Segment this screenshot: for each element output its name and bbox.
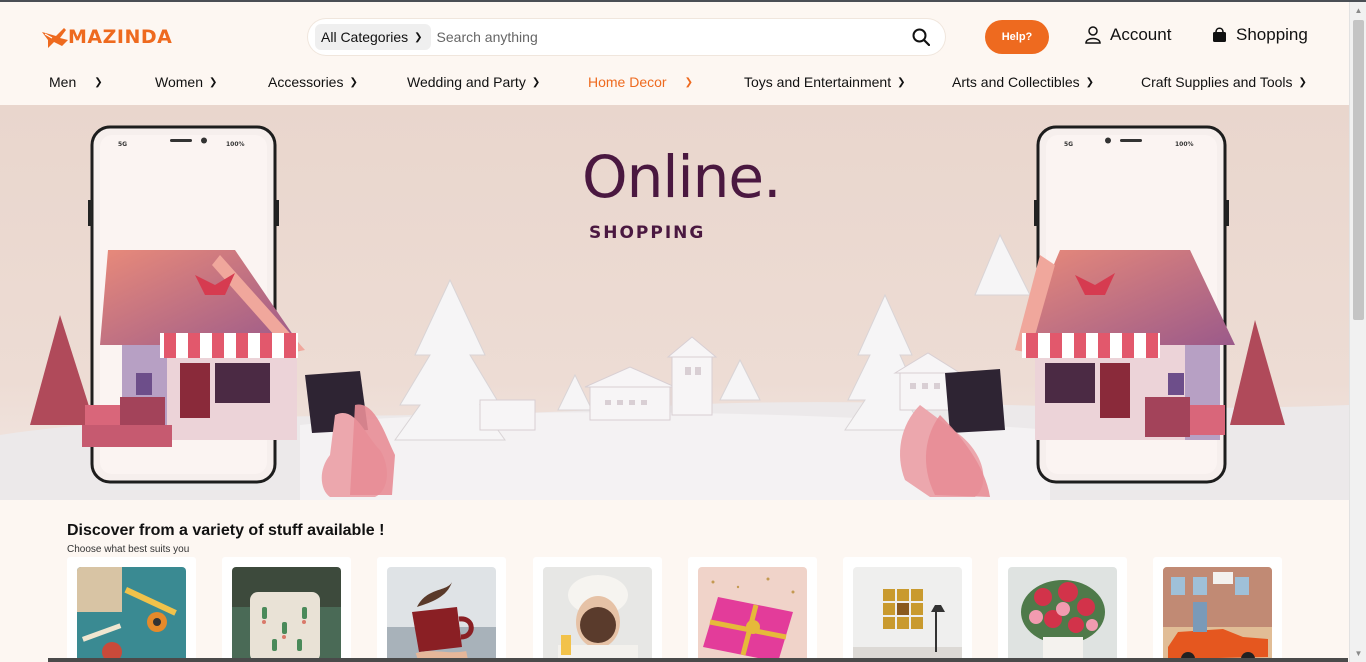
product-card[interactable] [533, 557, 662, 662]
page: MAZINDA All Categories ❯ Help? Account S… [0, 2, 1349, 662]
category-select-value: All Categories [321, 29, 409, 45]
mazinda-logo[interactable]: MAZINDA [40, 24, 172, 50]
shopping-label: Shopping [1236, 25, 1308, 44]
nav-item-men[interactable]: Men ❯ [49, 74, 103, 90]
hero-title: Online. [582, 143, 782, 211]
chevron-down-icon: ❯ [94, 76, 103, 88]
hero-banner[interactable]: 5G 100% 5G 100% Online. SHOPPING [0, 105, 1349, 500]
nav-item-craft-supplies-and-tools[interactable]: Craft Supplies and Tools ❯ [1141, 74, 1307, 90]
nav-item-accessories[interactable]: Accessories ❯ [268, 74, 358, 90]
search-input[interactable] [436, 29, 903, 45]
chevron-down-icon: ❯ [349, 76, 358, 88]
vintage-car-image [1163, 567, 1272, 662]
nav-label: Arts and Collectibles [952, 74, 1080, 90]
product-card[interactable] [1153, 557, 1282, 662]
product-card[interactable] [688, 557, 817, 662]
nav-item-home-decor[interactable]: Home Decor ❯ [588, 74, 693, 90]
phone-signal-icon: 5G [118, 141, 127, 148]
product-card[interactable] [998, 557, 1127, 662]
cactus-pillow-image [232, 567, 341, 662]
search-icon[interactable] [903, 28, 939, 46]
product-card[interactable] [377, 557, 506, 662]
chevron-down-icon: ❯ [1085, 76, 1095, 88]
chevron-down-icon: ❯ [1298, 76, 1307, 88]
gift-box-image [698, 567, 807, 662]
help-button[interactable]: Help? [985, 20, 1049, 54]
chevron-down-icon: ❯ [684, 76, 693, 88]
nav-label: Craft Supplies and Tools [1141, 74, 1293, 90]
nav-item-arts-and-collectibles[interactable]: Arts and Collectibles ❯ [952, 74, 1094, 90]
nav-item-wedding-and-party[interactable]: Wedding and Party ❯ [407, 74, 540, 90]
chevron-down-icon: ❯ [897, 76, 906, 88]
phone-battery-text: 100% [226, 141, 245, 148]
category-select[interactable]: All Categories ❯ [315, 24, 431, 50]
product-card[interactable] [222, 557, 351, 662]
face-mask-woman-image [543, 567, 652, 662]
user-icon [1085, 26, 1101, 44]
nav-item-toys-and-entertainment[interactable]: Toys and Entertainment ❯ [744, 74, 905, 90]
scroll-down-arrow-icon[interactable]: ▼ [1350, 645, 1366, 662]
chevron-down-icon: ❯ [414, 31, 423, 43]
wall-art-image [853, 567, 962, 662]
scrollbar-thumb[interactable] [1353, 20, 1364, 320]
shopping-link[interactable]: Shopping [1212, 25, 1308, 45]
discover-subtitle: Choose what best suits you [67, 544, 190, 555]
hero-subtitle: SHOPPING [589, 223, 706, 243]
nav-label: Wedding and Party [407, 74, 526, 90]
chevron-down-icon: ❯ [531, 76, 541, 88]
nav-label: Toys and Entertainment [744, 74, 892, 90]
nav-label: Men [49, 74, 77, 90]
product-card[interactable] [843, 557, 972, 662]
product-card[interactable] [67, 557, 196, 662]
coffee-mug-image [387, 567, 496, 662]
account-link[interactable]: Account [1085, 25, 1171, 45]
flower-bouquet-image [1008, 567, 1117, 662]
vertical-scrollbar[interactable]: ▲ ▼ [1349, 2, 1366, 662]
craft-tools-image [77, 567, 186, 662]
chevron-down-icon: ❯ [208, 76, 218, 88]
nav-label: Home Decor [588, 74, 667, 90]
nav-label: Accessories [268, 74, 344, 90]
category-nav: Men ❯ Women ❯ Accessories ❯ Wedding and … [0, 74, 1349, 94]
phone-signal-icon: 5G [1064, 141, 1073, 148]
logo-text: MAZINDA [68, 26, 173, 48]
horizontal-scrollbar[interactable] [48, 658, 1348, 662]
nav-label: Women [155, 74, 203, 90]
account-label: Account [1110, 25, 1172, 44]
phone-battery-text: 100% [1175, 141, 1194, 148]
logo-icon [42, 28, 68, 48]
nav-item-women[interactable]: Women ❯ [155, 74, 217, 90]
scroll-up-arrow-icon[interactable]: ▲ [1350, 2, 1366, 19]
shopping-bag-icon [1213, 27, 1226, 42]
search-bar: All Categories ❯ [308, 19, 945, 55]
discover-title: Discover from a variety of stuff availab… [67, 522, 385, 539]
